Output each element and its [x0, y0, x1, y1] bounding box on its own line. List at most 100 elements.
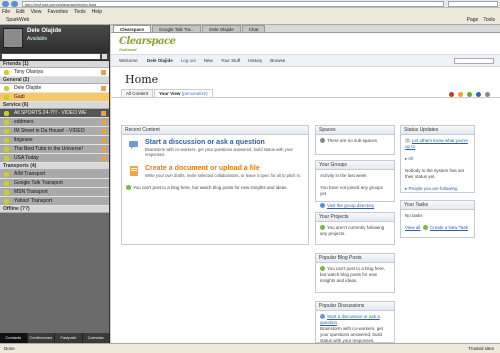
presence-icon: [4, 120, 9, 125]
star-icon[interactable]: [458, 92, 463, 97]
tab-contacts[interactable]: Contacts: [0, 333, 28, 343]
menu-file[interactable]: File: [2, 9, 10, 15]
menu-view[interactable]: View: [31, 9, 42, 15]
back-icon[interactable]: [2, 0, 9, 7]
menu-favorites[interactable]: Favorites: [47, 9, 68, 15]
group-general[interactable]: General (2): [0, 77, 109, 84]
contact-item[interactable]: IM Street in Da House! - VIDEO: [0, 127, 109, 136]
rss-icon[interactable]: [449, 92, 454, 97]
groups-activity: Activity in the last week: [320, 173, 367, 178]
clearspace-nav: Welcome Dele Olajide Log out New Your St…: [111, 55, 500, 67]
avatar[interactable]: [3, 28, 23, 48]
tab-fastpath[interactable]: Fastpath: [55, 333, 83, 343]
clearspace-header: Clearspace Endorsed: [111, 33, 500, 55]
contact-item[interactable]: Google Talk Transport: [0, 179, 109, 188]
widget-title: Your Tasks: [401, 201, 474, 210]
forward-icon[interactable]: [11, 0, 18, 7]
presence-icon: [4, 86, 9, 91]
presence-icon: [4, 181, 9, 186]
logout-link[interactable]: Log out: [181, 58, 196, 63]
projects-widget: Your Projects You aren't currently follo…: [315, 212, 395, 245]
gear-icon[interactable]: [485, 92, 490, 97]
search-icon[interactable]: [102, 54, 107, 59]
tab-google-talk[interactable]: Google Talk Tra...: [152, 25, 202, 32]
blog-posts-note: You can't post to a blog here, but watch…: [320, 266, 385, 283]
tab-calendar[interactable]: Calendar: [83, 333, 110, 343]
projects-note: You aren't currently following any proje…: [320, 225, 385, 236]
nav-browse[interactable]: Browse: [270, 58, 285, 63]
address-bar[interactable]: http://myhost.com/clearspace/index.jspa: [22, 0, 444, 7]
group-transports[interactable]: Transports (4): [0, 163, 109, 170]
tasks-widget: Your Tasks No tasks View all Create a Ne…: [400, 200, 475, 238]
contact-list: Friends (1) Tony Olaniya General (2) Del…: [0, 61, 109, 321]
group-offline[interactable]: Offline (??): [0, 206, 109, 213]
status-following[interactable]: ▸ People you are following: [401, 183, 474, 195]
browser-titlebar: http://myhost.com/clearspace/index.jspa: [0, 0, 500, 8]
contact-item[interactable]: eddmers: [0, 118, 109, 127]
group-friends[interactable]: Friends (1): [0, 61, 109, 68]
personalize-link[interactable]: (personalize): [182, 91, 208, 96]
tab-your-view[interactable]: Your View (personalize): [154, 89, 213, 97]
people-icon[interactable]: [476, 92, 481, 97]
nav-new[interactable]: New: [204, 58, 213, 63]
menu-tools[interactable]: Tools: [74, 9, 86, 15]
tab-chat[interactable]: Chat: [241, 25, 266, 32]
status-text: Done: [4, 346, 15, 351]
tab-conferences[interactable]: Conferences: [28, 333, 55, 343]
page-menu[interactable]: Page: [467, 17, 479, 23]
start-discussion-action[interactable]: Start a discussion or ask a question Bra…: [122, 135, 308, 161]
blog-icon: [320, 266, 325, 272]
presence-icon: [4, 190, 9, 195]
spark-username: Dele Olajide: [27, 28, 62, 34]
nav-your-stuff[interactable]: Your Stuff: [221, 58, 241, 63]
contact-item[interactable]: MSN Transport: [0, 188, 109, 197]
contact-item[interactable]: All SPORTS 24-7!!! - VIDEO WE: [0, 109, 109, 118]
menu-help[interactable]: Help: [92, 9, 102, 15]
directory-icon: [320, 203, 325, 209]
group-directory[interactable]: Visit the group directory: [316, 200, 394, 212]
contact-search-input[interactable]: [2, 54, 100, 59]
menu-edit[interactable]: Edit: [16, 9, 25, 15]
status-input[interactable]: Let others know what you're up to: [401, 135, 474, 153]
contact-item[interactable]: USA Today: [0, 154, 109, 163]
nav-history[interactable]: History: [248, 58, 262, 63]
presence-status[interactable]: Available: [27, 36, 61, 42]
group-service[interactable]: Service (6): [0, 102, 109, 109]
tab-all-content[interactable]: All Content: [121, 89, 154, 97]
start-discussion-link[interactable]: Start a discussion or ask a question: [320, 314, 380, 325]
spaces-empty: There are no sub-spaces: [316, 135, 394, 147]
discussion-icon: [129, 141, 138, 149]
create-document-action[interactable]: Create a document or upload a file Write…: [122, 161, 308, 182]
contact-item[interactable]: Yahoo! Transport: [0, 197, 109, 206]
presence-icon: [4, 95, 9, 100]
contact-item[interactable]: The Best Tutor in the Universe!: [0, 145, 109, 154]
spark-sidebar: Dele Olajide Available Friends (1) Tony …: [0, 25, 110, 343]
add-icon[interactable]: [467, 92, 472, 97]
create-task-link[interactable]: Create a New Task: [430, 225, 468, 230]
contact-item[interactable]: Dele Olajide: [0, 84, 109, 93]
favorite-sparkweb[interactable]: SparkWeb: [6, 17, 29, 23]
tab-clearspace[interactable]: Clearspace: [113, 25, 152, 32]
clearspace-logo[interactable]: Clearspace Endorsed: [119, 36, 176, 52]
blog-note: You can't post to a blog here, but watch…: [122, 182, 308, 194]
view-all-tasks-link[interactable]: View all: [405, 225, 420, 230]
widget-tools: [445, 92, 490, 97]
clearspace-search-input[interactable]: [454, 57, 494, 64]
widget-title: Popular Discussions: [316, 302, 394, 311]
contact-item[interactable]: Tony Olaniya: [0, 68, 109, 77]
tab-dele[interactable]: Dele Olajide: [202, 25, 241, 32]
view-tabs: All Content Your View (personalize): [111, 89, 500, 98]
widget-area: Recent Content Start a discussion or ask…: [121, 125, 491, 343]
blog-icon: [126, 185, 131, 191]
chat-icon: [101, 120, 106, 125]
groups-none: You have not joined any groups yet.: [320, 185, 383, 196]
tools-menu[interactable]: Tools: [483, 17, 495, 23]
browser-search-input[interactable]: [448, 0, 498, 7]
presence-icon: [4, 129, 9, 134]
status-filter-all[interactable]: ▸ All: [401, 153, 474, 165]
chat-icon: [101, 138, 106, 143]
contact-item[interactable]: lbigesee: [0, 136, 109, 145]
contact-item[interactable]: AIM Transport: [0, 170, 109, 179]
chat-icon: [101, 111, 106, 116]
contact-item-selected[interactable]: Gadi: [0, 93, 109, 102]
